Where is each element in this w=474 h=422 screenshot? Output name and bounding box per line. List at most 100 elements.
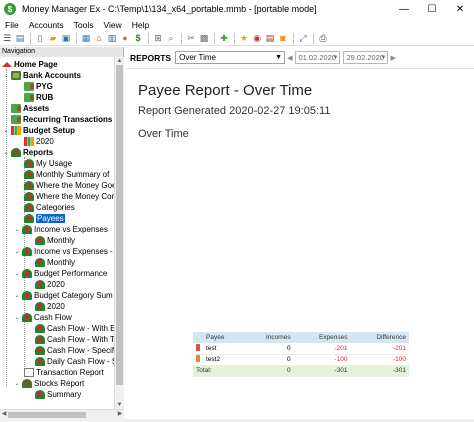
search-icon[interactable]: ⌕ — [165, 33, 177, 45]
navigation-horizontal-scrollbar[interactable]: ◀ ▶ — [0, 409, 124, 419]
collapse-icon[interactable]: ⌄ — [2, 72, 10, 80]
tree-item-reports[interactable]: ⌄ Reports — [2, 147, 53, 158]
tree-item-label: Budget Setup — [23, 126, 75, 135]
tree-item-recurring-transactions[interactable]: Recurring Transactions — [11, 114, 112, 125]
toolbar-separator — [234, 33, 235, 44]
close-button[interactable]: ✕ — [446, 0, 474, 18]
tree-item-income-vs-expenses-2[interactable]: ⌄ Income vs Expenses - ' — [13, 246, 114, 257]
news-icon[interactable]: ▤ — [264, 33, 276, 45]
tree-item-assets[interactable]: Assets — [11, 103, 49, 114]
list-icon[interactable]: ☰ — [1, 33, 13, 45]
menu-accounts[interactable]: Accounts — [24, 20, 69, 30]
column-header-incomes[interactable]: Incomes — [243, 332, 294, 343]
maximize-button[interactable]: ☐ — [418, 0, 446, 18]
scrollbar-thumb[interactable] — [8, 412, 86, 418]
window-controls: — ☐ ✕ — [390, 0, 474, 18]
collapse-icon[interactable]: ⌄ — [13, 292, 21, 300]
rss-icon[interactable]: ◙ — [277, 33, 289, 45]
collapse-icon[interactable]: ⌄ — [2, 127, 10, 135]
options-icon[interactable]: ✂ — [185, 33, 197, 45]
collapse-icon[interactable]: ⌄ — [13, 226, 21, 234]
tree-item-rub[interactable]: RUB — [24, 92, 53, 103]
report-title: Payee Report - Over Time — [138, 82, 313, 99]
chevron-down-icon: ▼ — [275, 54, 283, 61]
collapse-icon[interactable]: ⌄ — [13, 248, 21, 256]
new-database-icon[interactable]: ▯ — [34, 33, 46, 45]
tree-item-daily-cash-flow[interactable]: Daily Cash Flow - S — [35, 356, 114, 367]
save-as-icon[interactable]: ▣ — [60, 33, 72, 45]
tree-item-budget-setup[interactable]: ⌄ Budget Setup — [2, 125, 75, 136]
column-header-expenses[interactable]: Expenses — [293, 332, 351, 343]
tree-item-where-money-comes[interactable]: Where the Money Cor — [24, 191, 114, 202]
star-icon[interactable]: ★ — [238, 33, 250, 45]
incomes-cell: 0 — [243, 343, 294, 355]
report-icon — [22, 269, 32, 278]
currency-icon[interactable]: $ — [132, 33, 144, 45]
menu-help[interactable]: Help — [127, 20, 154, 30]
report-icon — [24, 203, 34, 212]
menu-file[interactable]: File — [0, 20, 24, 30]
home-icon — [2, 62, 12, 67]
scroll-up-icon[interactable]: ▲ — [115, 57, 124, 65]
home-icon[interactable]: ⌂ — [93, 33, 105, 45]
date-from-picker[interactable]: 01.02.2020 ▼ — [295, 51, 341, 64]
scroll-down-icon[interactable]: ▼ — [115, 401, 124, 409]
help-icon[interactable]: ◉ — [251, 33, 263, 45]
tree-item-budget-performance[interactable]: ⌄ Budget Performance — [13, 268, 107, 279]
scroll-right-icon[interactable]: ▶ — [116, 410, 124, 419]
tree-item-categories[interactable]: Categories — [24, 202, 75, 213]
column-header-payee[interactable]: Payee — [203, 332, 244, 343]
tree-item-stocks-summary[interactable]: Summary — [35, 389, 81, 400]
new-transaction-icon[interactable]: ▥ — [106, 33, 118, 45]
fullscreen-icon[interactable]: ⤢ — [297, 33, 309, 45]
filter-icon[interactable]: ⊞ — [152, 33, 164, 45]
tree-item-budget-category-summary[interactable]: ⌄ Budget Category Sum — [13, 290, 113, 301]
payee-icon[interactable]: ● — [119, 33, 131, 45]
period-select[interactable]: Over Time ▼ — [175, 51, 286, 64]
menu-tools[interactable]: Tools — [69, 20, 99, 30]
next-arrow-icon[interactable]: ▶ — [390, 54, 395, 62]
print-icon[interactable]: ⎙ — [317, 33, 329, 45]
previous-arrow-icon[interactable]: ◀ — [287, 54, 292, 62]
open-folder-icon[interactable]: ▰ — [47, 33, 59, 45]
tree-item-label: My Usage — [36, 159, 73, 168]
tree-item-pyg[interactable]: PYG — [24, 81, 53, 92]
tree-item-stocks-report[interactable]: ⌄ Stocks Report — [13, 378, 84, 389]
accounts-list-icon[interactable]: ▤ — [14, 33, 26, 45]
tree-item-budget-performance-2020[interactable]: 2020 — [35, 279, 65, 290]
column-header-difference[interactable]: Difference — [350, 332, 409, 343]
tree-item-label: 2020 — [47, 302, 65, 311]
tree-item-monthly-summary[interactable]: Monthly Summary of — [24, 169, 109, 180]
settings-icon[interactable]: ▩ — [198, 33, 210, 45]
tree-item-budget-category-2020[interactable]: 2020 — [35, 301, 65, 312]
add-icon[interactable]: ✚ — [218, 33, 230, 45]
minimize-button[interactable]: — — [390, 0, 418, 18]
tree-item-cash-flow-with-e[interactable]: Cash Flow - With E — [35, 323, 114, 334]
table-row: test2 0 -100 -100 — [193, 354, 409, 366]
tree-item-budget-2020[interactable]: 2020 — [24, 136, 54, 147]
menu-view[interactable]: View — [99, 20, 127, 30]
tree-item-income-vs-expenses[interactable]: ⌄ Income vs Expenses — [13, 224, 108, 235]
new-account-icon[interactable]: ▦ — [80, 33, 92, 45]
tree-item-cash-flow[interactable]: ⌄ Cash Flow — [13, 312, 72, 323]
tree-line — [6, 69, 7, 387]
tree-item-transaction-report[interactable]: Transaction Report — [24, 367, 104, 378]
tree-item-income-vs-expenses-monthly[interactable]: Monthly — [35, 235, 75, 246]
tree-item-my-usage[interactable]: My Usage — [24, 158, 72, 169]
tree-item-cash-flow-specific[interactable]: Cash Flow - Specif — [35, 345, 114, 356]
collapse-icon[interactable]: ⌄ — [13, 380, 21, 388]
tree-item-payees[interactable]: Payees — [24, 213, 65, 224]
collapse-icon[interactable]: ⌄ — [2, 149, 10, 157]
tree-item-bank-accounts[interactable]: ⌄ Bank Accounts — [2, 70, 81, 81]
tree-item-income-vs-expenses-2-monthly[interactable]: Monthly — [35, 257, 75, 268]
scroll-left-icon[interactable]: ◀ — [0, 410, 8, 419]
date-to-picker[interactable]: 29.02.2020 ▼ — [343, 51, 389, 64]
tree-item-cash-flow-with-t[interactable]: Cash Flow - With T — [35, 334, 114, 345]
tree-item-home-page[interactable]: Home Page — [2, 59, 58, 70]
tree-item-where-money-goes[interactable]: Where the Money Goe — [24, 180, 114, 191]
navigation-vertical-scrollbar[interactable]: ▲ ▼ — [114, 57, 124, 409]
scrollbar-thumb[interactable] — [116, 65, 123, 385]
report-icon — [35, 335, 45, 344]
collapse-icon[interactable]: ⌄ — [13, 270, 21, 278]
collapse-icon[interactable]: ⌄ — [13, 314, 21, 322]
